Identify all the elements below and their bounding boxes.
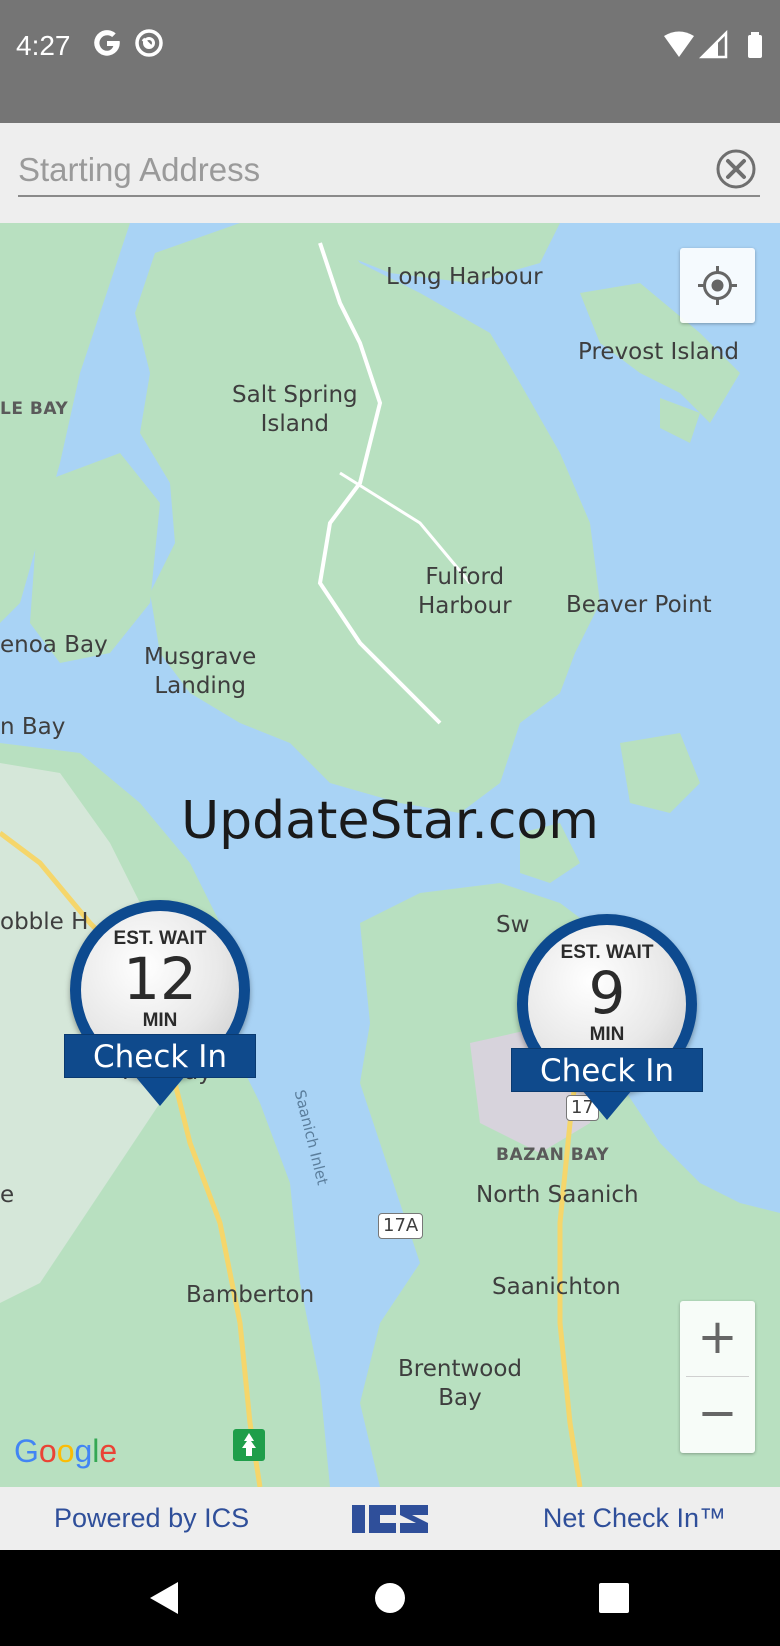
google-logo-text: Google [14,1433,118,1469]
wifi-icon [664,31,694,57]
map-label-north-saanich: North Saanich [476,1182,639,1208]
zoom-out-button[interactable]: − [680,1377,755,1452]
recents-icon[interactable] [594,1580,634,1616]
google-g-icon [94,30,120,56]
map-label-genoa-bay: enoa Bay [0,632,108,658]
check-in-button[interactable]: Check In [511,1048,703,1092]
crosshair-icon [698,266,737,305]
zoom-in-button[interactable]: + [680,1301,755,1376]
pin-wait-value: 12 [123,945,197,1013]
map-label-bazan-bay: BAZAN BAY [496,1145,610,1165]
map-label-hwy-17a: 17A [378,1213,424,1239]
wait-pin-sidney[interactable]: EST. WAIT 9 MIN Check In [511,914,703,1144]
map-label-le-bay: LE BAY [0,399,69,419]
back-icon[interactable] [144,1580,184,1616]
ics-logo-icon [352,1505,428,1533]
park-icon [233,1429,265,1461]
status-bar: 4:27 [0,0,780,123]
wait-pin-mill-bay[interactable]: EST. WAIT 12 MIN Check In [64,900,256,1130]
status-right-icons [664,30,762,59]
starting-address-input[interactable] [18,145,760,197]
search-bar [0,123,780,223]
powered-by-link[interactable]: Powered by ICS [54,1503,249,1534]
map-label-saanichton: Saanichton [492,1274,621,1300]
pin-tip [582,1090,632,1120]
navigation-bar [0,1550,780,1646]
pin-unit: MIN [589,1024,625,1045]
map-label-salt-spring: Salt Spring Island [232,382,358,437]
watermark: UpdateStar.com [181,791,599,851]
map-label-brentwood: Brentwood Bay [398,1356,523,1411]
status-time: 4:27 [16,30,71,61]
home-icon[interactable] [370,1580,410,1616]
pin-unit: MIN [142,1010,178,1031]
map-label-n-bay: n Bay [0,714,66,740]
map-label-prevost-island: Prevost Island [578,339,739,365]
my-location-button[interactable] [680,248,755,323]
map-label-e: e [0,1182,15,1208]
cellular-signal-icon [698,30,728,59]
footer-bar: Powered by ICS Net Check In™ [0,1487,780,1550]
google-logo: Google [14,1433,117,1470]
map-label-bamberton: Bamberton [186,1282,315,1308]
pin-wait-value: 9 [588,959,626,1027]
map-label-beaver-point: Beaver Point [566,592,712,618]
map-label-fulford: Fulford Harbour [418,564,512,619]
battery-icon [748,32,762,58]
net-check-in-link[interactable]: Net Check In™ [543,1503,726,1534]
zoom-control: + − [680,1301,755,1453]
map-label-long-harbour: Long Harbour [386,264,543,290]
clear-icon[interactable] [714,147,758,191]
pin-tip [135,1076,185,1106]
map-view[interactable]: Long Harbour Prevost Island Salt Spring … [0,223,780,1487]
check-in-button[interactable]: Check In [64,1034,256,1078]
assistant-icon [135,29,163,57]
map-tiles [0,223,780,1487]
map-label-musgrave: Musgrave Landing [144,644,257,699]
